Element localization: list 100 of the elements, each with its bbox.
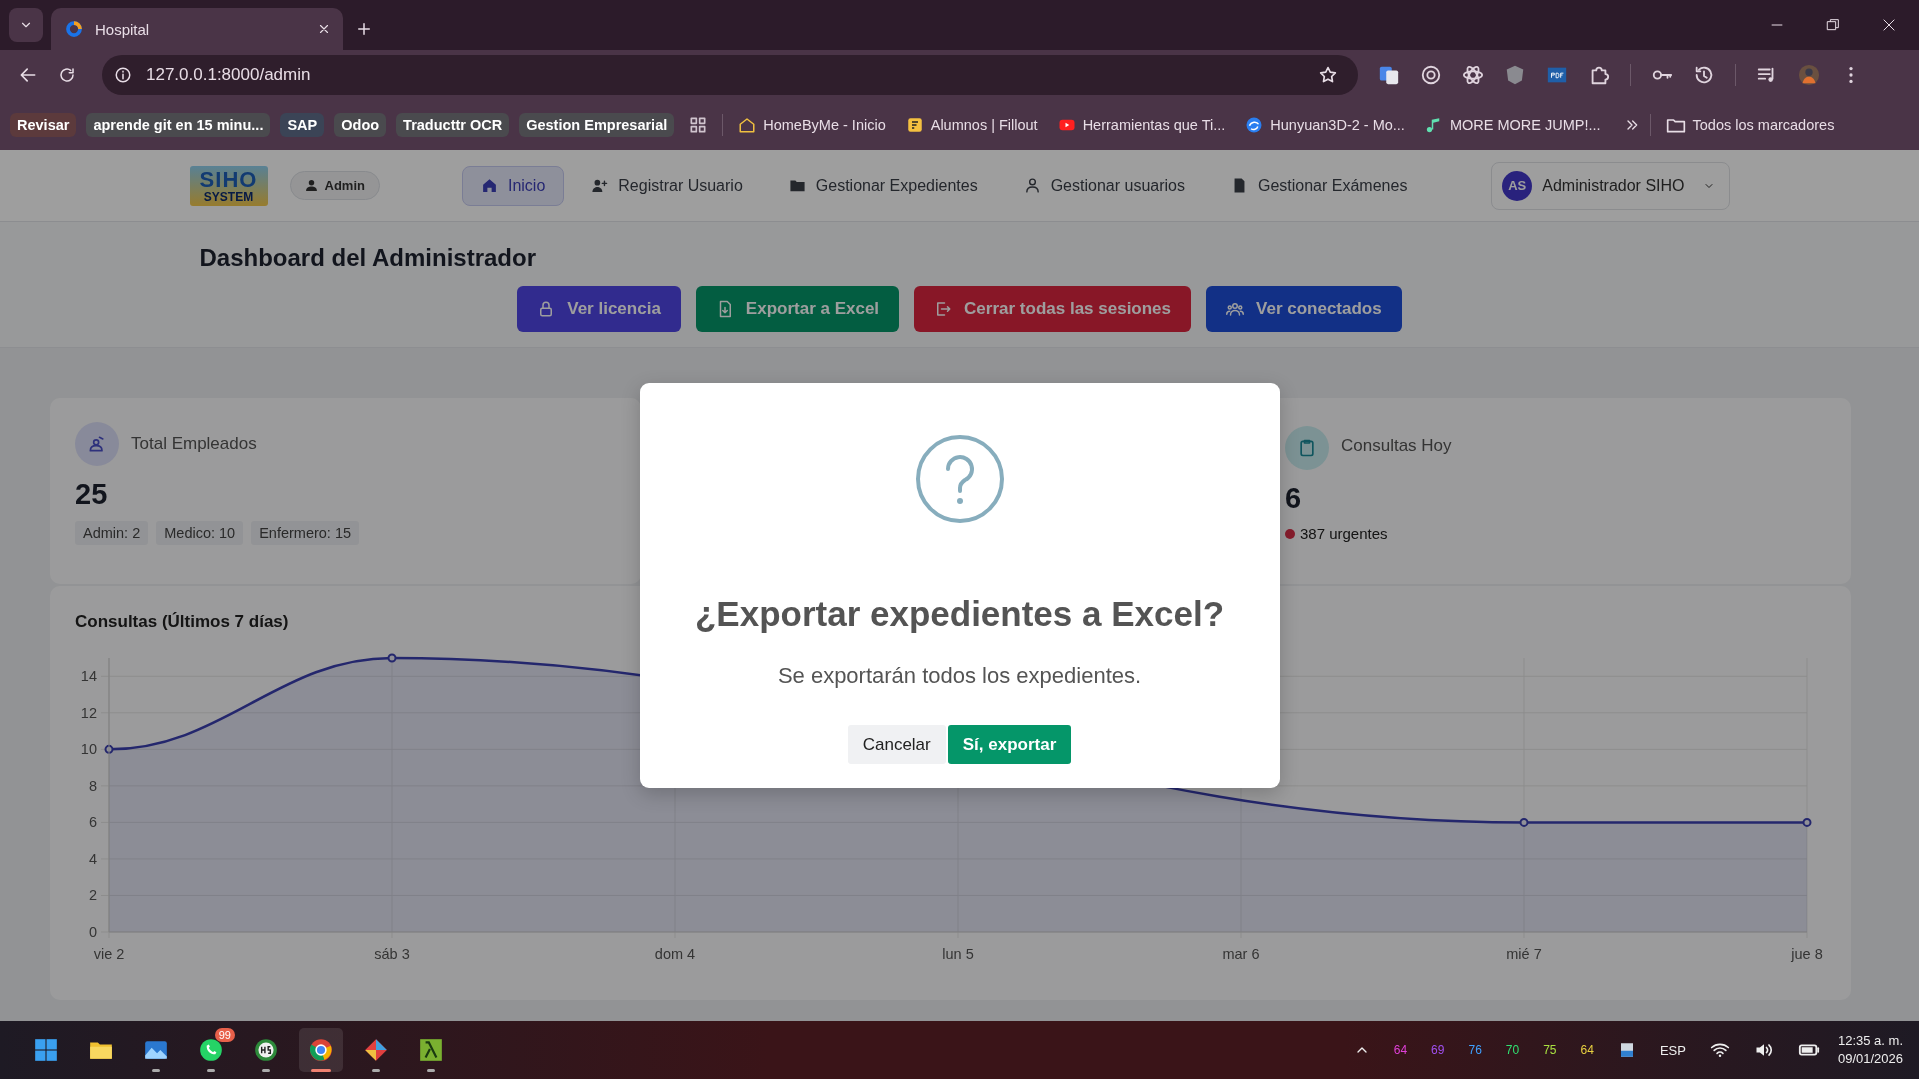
diamond-icon (363, 1037, 389, 1063)
nav-link[interactable]: Gestionar usuarios (1004, 165, 1204, 206)
x-tick-label: jue 8 (1791, 946, 1823, 962)
address-bar[interactable]: 127.0.0.1:8000/admin (102, 55, 1358, 95)
tray-reading: 64 (1580, 1043, 1594, 1057)
clock[interactable]: 12:35 a. m. 09/01/2026 (1837, 1031, 1903, 1069)
apps-grid-icon[interactable] (688, 115, 709, 135)
y-tick-label: 12 (80, 704, 97, 721)
chat-icon (198, 1037, 224, 1063)
target-icon[interactable] (1420, 64, 1442, 86)
data-point (387, 653, 397, 663)
stat-value: 6 (1285, 482, 1303, 515)
cancel-button[interactable]: Cancelar (847, 725, 946, 764)
star-icon[interactable] (1318, 65, 1338, 85)
x-tick-label: mié 7 (1506, 946, 1542, 962)
tag: Enfermero: 15 (251, 521, 360, 545)
all-bookmarks-button[interactable]: Todos los marcadores (1660, 115, 1840, 135)
data-point (1802, 817, 1812, 827)
x-tick-label: dom 4 (654, 946, 696, 962)
tab-title: Hospital (95, 20, 150, 38)
tray-reading: 70 (1505, 1043, 1520, 1057)
tag: Admin: 2 (75, 521, 149, 545)
tag: Medico: 10 (156, 521, 244, 545)
nav-link[interactable]: Inicio (461, 165, 565, 206)
nav-link[interactable]: Registrar Usuario (572, 165, 762, 206)
url-text: 127.0.0.1:8000/admin (146, 65, 311, 85)
question-icon (914, 434, 1005, 524)
new-tab-icon[interactable] (355, 20, 373, 38)
users-icon (1226, 300, 1245, 318)
favicon-icon (65, 20, 83, 38)
avatar: AS (1502, 170, 1533, 201)
tab-group-chip[interactable]: Odoo (334, 113, 387, 137)
start-icon (33, 1037, 59, 1063)
y-tick-label: 0 (88, 924, 97, 940)
logo: SIHO SYSTEM (189, 165, 268, 206)
data-point (104, 744, 114, 754)
house-icon (738, 116, 757, 134)
tab-group-chip[interactable]: Gestion Empresarial (519, 113, 675, 137)
atom-icon[interactable] (1462, 64, 1484, 86)
action-button[interactable]: Ver licencia (517, 286, 681, 332)
browser-icon (308, 1037, 334, 1063)
y-tick-label: 6 (88, 814, 97, 831)
user-icon (1023, 177, 1041, 194)
bookmark-link[interactable]: HomeByMe - Inicio (733, 116, 891, 134)
restore-icon[interactable] (1825, 17, 1841, 33)
alert-text: 387 urgentes (1300, 525, 1388, 542)
logout-icon (934, 300, 953, 318)
tab-group-chip[interactable]: Traducttr OCR (396, 113, 510, 137)
reload-icon[interactable] (58, 66, 76, 84)
tray-reading: 76 (1468, 1043, 1482, 1057)
back-arrow-icon[interactable] (18, 65, 38, 85)
shield-icon[interactable] (1504, 64, 1526, 86)
x-tick-label: mar 6 (1222, 946, 1260, 962)
bookmark-link[interactable]: Hunyuan3D-2 - Mo... (1240, 116, 1410, 134)
y-tick-label: 10 (80, 741, 97, 758)
tray-reading: 64 (1393, 1043, 1408, 1057)
tab-group-chip[interactable]: aprende git en 15 minu... (86, 113, 271, 137)
y-tick-label: 14 (80, 668, 97, 685)
bookmark-link[interactable]: Herramientas que Ti... (1052, 116, 1231, 134)
browser-tab[interactable]: Hospital (51, 8, 343, 50)
clipboard-icon (1297, 438, 1317, 458)
x-tick-label: vie 2 (93, 946, 125, 962)
nav-link[interactable]: Gestionar Expedientes (769, 165, 997, 206)
user-icon (304, 179, 318, 192)
tab-group-chip[interactable]: SAP (280, 113, 325, 137)
bookmark-link[interactable]: MORE MORE JUMP!... (1419, 116, 1606, 134)
close-icon[interactable] (317, 22, 331, 36)
translate-icon[interactable] (1378, 64, 1400, 86)
data-point (1519, 817, 1529, 827)
tab-group-chip[interactable]: Revisar (10, 113, 77, 137)
y-tick-label: 8 (88, 777, 97, 794)
tray-reading: 69 (1431, 1043, 1445, 1057)
history-icon[interactable] (1693, 64, 1715, 86)
stat-title: Consultas Hoy (1341, 436, 1452, 456)
taskbar-app[interactable] (299, 1028, 343, 1072)
y-tick-label: 4 (88, 850, 97, 867)
confirm-button[interactable]: Sí, exportar (947, 725, 1072, 764)
swirl-icon (1245, 116, 1264, 134)
hs-icon (253, 1037, 279, 1063)
user-plus-icon (591, 177, 609, 194)
role-badge: Admin (289, 171, 380, 200)
x-tick-label: lun 5 (942, 946, 974, 962)
stat-title: Total Empleados (131, 434, 257, 454)
alert-dot (1285, 528, 1295, 539)
chart-title: Consultas (Últimos 7 días) (75, 612, 289, 632)
info-icon[interactable] (114, 66, 132, 84)
language-indicator[interactable]: ESP (1659, 1042, 1686, 1058)
action-button[interactable]: Cerrar todas las sesiones (914, 286, 1192, 332)
lambda-icon (418, 1037, 444, 1063)
user-menu[interactable]: AS Administrador SIHO (1491, 161, 1730, 210)
avatar-icon[interactable] (1798, 64, 1820, 86)
bookmark-link[interactable]: Alumnos | Fillout (900, 116, 1043, 134)
close-icon[interactable] (1881, 17, 1897, 33)
form-icon (905, 116, 924, 134)
nav-link[interactable]: Gestionar Exámenes (1211, 165, 1427, 206)
tray-reading: 75 (1543, 1043, 1557, 1057)
x-tick-label: sáb 3 (374, 946, 410, 962)
dialog-title: ¿Exportar expedientes a Excel? (694, 594, 1225, 634)
action-button[interactable]: Ver conectados (1206, 286, 1402, 332)
stat-value: 25 (75, 478, 109, 511)
